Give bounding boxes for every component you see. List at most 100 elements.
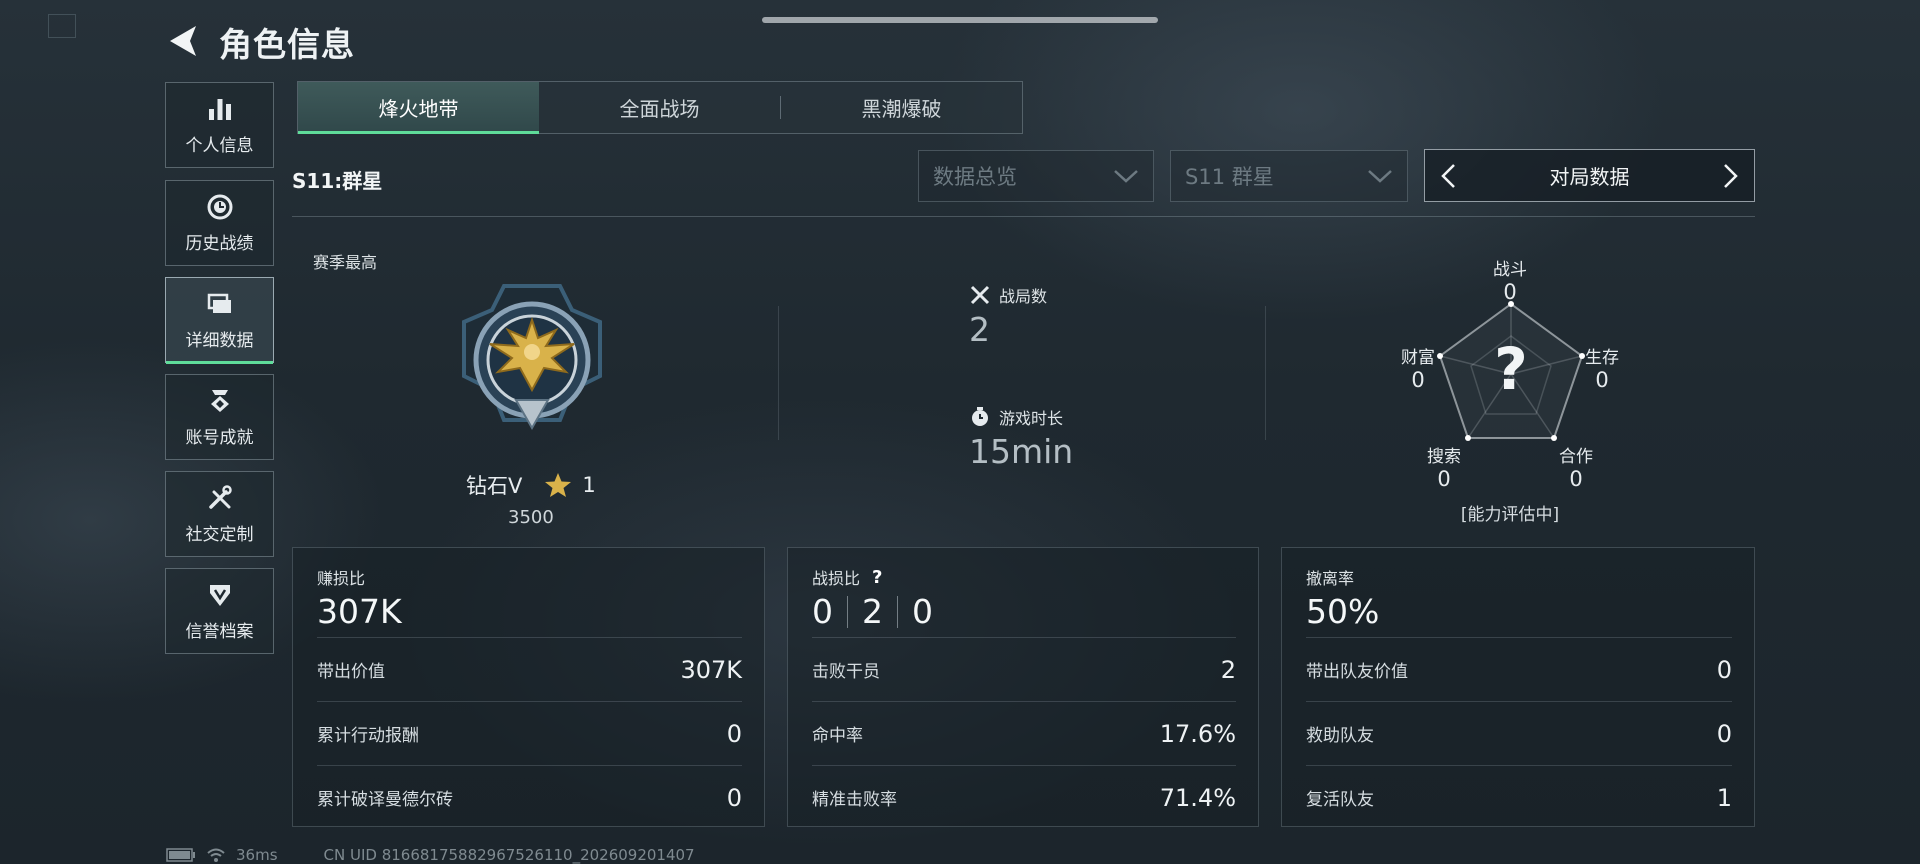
kda-values: 0 2 0 <box>812 592 933 631</box>
stat-row: 救助队友 0 <box>1306 701 1732 765</box>
chevron-left-icon[interactable] <box>1439 162 1457 190</box>
rank-section-title: 赛季最高 <box>313 253 378 272</box>
back-button[interactable] <box>164 22 200 60</box>
uid-text: CN UID 8166817588296752​6110_20260920140… <box>323 846 695 864</box>
radar-axis-combat: 战斗 0 <box>1480 255 1540 304</box>
radar-axis-value: 0 <box>1411 368 1425 392</box>
stat-value: 0 <box>1716 655 1732 684</box>
radar-center-mark: ? <box>1494 335 1528 403</box>
rank-emblem <box>454 280 610 440</box>
pager-label: 对局数据 <box>1549 165 1630 189</box>
stat-label: 带出队友价值 <box>1306 662 1408 682</box>
kda-separator <box>847 595 848 628</box>
crossed-swords-icon <box>970 285 990 305</box>
radar-axis-survival: 生存 0 <box>1572 343 1632 392</box>
card-title: 赚损比 <box>317 569 366 588</box>
sidebar-item-label: 信誉档案 <box>185 621 254 642</box>
card-value: 50% <box>1306 592 1380 631</box>
back-arrow-icon <box>170 26 196 56</box>
radar-axis-label: 战斗 <box>1493 260 1527 280</box>
playtime-header: 游戏时长 <box>969 405 1063 429</box>
tab-dark-tide[interactable]: 黑潮爆破 <box>781 82 1022 133</box>
stopwatch-icon <box>972 407 988 426</box>
sidebar-item-achievements[interactable]: 账号成就 <box>165 374 274 460</box>
wifi-icon <box>207 848 225 862</box>
sidebar-item-label: 详细数据 <box>185 330 254 351</box>
radar-axis-wealth: 财富 0 <box>1388 343 1448 392</box>
stat-row: 带出价值 307K <box>317 637 742 701</box>
tab-full-battlefield[interactable]: 全面战场 <box>539 82 780 133</box>
stat-label: 复活队友 <box>1306 790 1374 810</box>
stat-value: 71.4% <box>1159 783 1236 812</box>
tab-warzone[interactable]: 烽火地带 <box>298 82 539 134</box>
stat-value: 0 <box>726 783 742 812</box>
page-title: 角色信息 <box>219 25 355 64</box>
radar-axis-search: 搜索 0 <box>1414 442 1474 491</box>
diamond-rank-badge-icon <box>462 284 602 431</box>
season-select[interactable]: S11 群星 <box>1170 150 1408 202</box>
ping-value: 36ms <box>236 846 278 864</box>
battery-icon <box>166 848 195 862</box>
stat-label: 带出价值 <box>317 662 385 682</box>
season-select-value: S11 群星 <box>1185 165 1274 189</box>
sidebar-item-profile[interactable]: 个人信息 <box>165 82 274 168</box>
data-pager: 对局数据 <box>1424 149 1755 202</box>
radar-axis-value: 0 <box>1569 467 1583 491</box>
season-label: S11:群星 <box>292 169 383 193</box>
sidebar-item-social[interactable]: 社交定制 <box>165 471 274 557</box>
card-extraction-rate: 撤离率 50% 带出队友价值 0 救助队友 0 复活队友 1 <box>1281 547 1755 827</box>
chevron-right-icon[interactable] <box>1722 162 1740 190</box>
sidebar-item-history[interactable]: 历史战绩 <box>165 180 274 266</box>
divider <box>778 306 779 440</box>
chevron-down-icon <box>1114 170 1138 183</box>
radar-axis-teamwork: 合作 0 <box>1546 442 1606 491</box>
sidebar-item-reputation[interactable]: 信誉档案 <box>165 568 274 654</box>
radar-axis-label: 生存 <box>1585 348 1619 368</box>
view-select[interactable]: 数据总览 <box>918 150 1154 202</box>
stat-value: 0 <box>1716 719 1732 748</box>
sidebar-item-details[interactable]: 详细数据 <box>165 277 274 364</box>
radar-axis-label: 财富 <box>1401 348 1435 368</box>
status-bar: 36ms CN UID 8166817588296752​6110_202609… <box>166 846 695 864</box>
radar-axis-value: 0 <box>1595 368 1609 392</box>
chevron-down-icon <box>1368 170 1392 183</box>
kda-value: 0 <box>812 592 833 631</box>
view-select-value: 数据总览 <box>933 165 1017 189</box>
stat-label: 救助队友 <box>1306 726 1374 746</box>
rank-name: 钻石V <box>466 474 523 498</box>
stat-label: 击败干员 <box>812 662 880 682</box>
matches-header: 战局数 <box>969 283 1047 307</box>
tools-icon <box>208 484 232 509</box>
medal-icon <box>210 389 229 412</box>
matches-value: 2 <box>969 310 990 349</box>
rank-score: 3500 <box>508 507 554 528</box>
radar-axis-value: 0 <box>1503 280 1517 304</box>
playtime-value: 15min <box>969 432 1074 471</box>
bar-chart-icon <box>208 98 231 120</box>
cards-icon <box>207 293 231 313</box>
kda-value: 0 <box>912 592 933 631</box>
stat-row: 累计破译曼德尔砖 0 <box>317 765 742 829</box>
help-icon[interactable]: ? <box>872 567 882 588</box>
sidebar-item-label: 账号成就 <box>185 427 254 448</box>
divider <box>292 216 1755 217</box>
stat-row: 精准击败率 71.4% <box>812 765 1236 829</box>
sidebar-item-label: 个人信息 <box>185 135 254 156</box>
rank-stars: 1 <box>582 473 596 497</box>
matches-label: 战局数 <box>999 287 1048 306</box>
stat-value: 0 <box>726 719 742 748</box>
clock-icon <box>207 194 232 219</box>
stat-row: 累计行动报酬 0 <box>317 701 742 765</box>
stat-label: 累计行动报酬 <box>317 726 419 746</box>
radar-axis-label: 搜索 <box>1427 447 1461 467</box>
stat-label: 精准击败率 <box>812 790 897 810</box>
radar-note: [能力评估中] <box>1460 505 1560 525</box>
card-value: 307K <box>317 592 402 631</box>
sidebar-item-label: 社交定制 <box>185 524 254 545</box>
stat-value: 1 <box>1716 783 1732 812</box>
star-icon <box>545 473 572 497</box>
stat-value: 2 <box>1220 655 1236 684</box>
stat-row: 击败干员 2 <box>812 637 1236 701</box>
radar-axis-value: 0 <box>1437 467 1451 491</box>
card-profit-ratio: 赚损比 307K 带出价值 307K 累计行动报酬 0 累计破译曼德尔砖 0 <box>292 547 765 827</box>
